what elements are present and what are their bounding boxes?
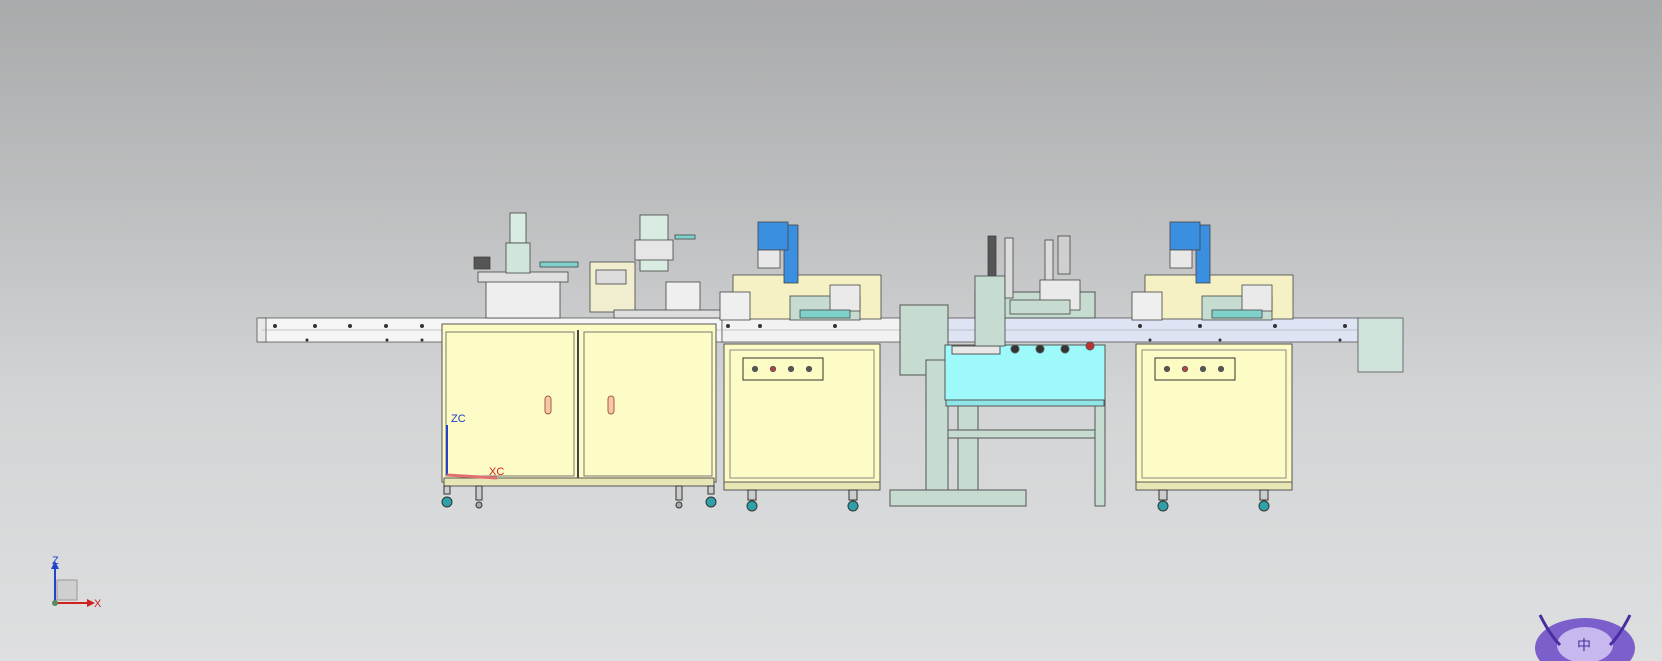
control-panel-middle-1[interactable] [742, 357, 824, 381]
cabinet-right[interactable] [1135, 343, 1293, 491]
watermark-glyph: 中 [1577, 638, 1591, 654]
control-panel-right[interactable] [1154, 357, 1236, 381]
caster-left-2 [475, 485, 483, 509]
cabinet-left[interactable] [441, 323, 717, 487]
station-1-assembly[interactable] [473, 212, 725, 319]
cabinet-middle-1[interactable] [723, 343, 881, 491]
caster-left-3 [675, 485, 683, 509]
station-4-pressing[interactable] [1131, 221, 1294, 321]
triad-x-label: X [94, 598, 102, 610]
caster-mid1-1 [746, 489, 758, 512]
station-2-pressing[interactable] [719, 221, 882, 321]
caster-mid1-2 [847, 489, 859, 512]
triad-z-label: Z [52, 555, 59, 567]
watermark-logo: 中 [1535, 614, 1635, 661]
xc-label: XC [489, 466, 504, 478]
caster-left-1 [441, 485, 453, 508]
caster-left-4 [705, 485, 717, 508]
view-triad[interactable]: Z X [51, 555, 102, 610]
cad-viewport[interactable]: ZC XC Z X 中 [0, 0, 1662, 661]
triad-plane [56, 579, 78, 601]
center-console[interactable] [944, 341, 1106, 407]
triad-origin-icon [52, 600, 58, 606]
zc-label: ZC [451, 413, 466, 425]
caster-right-1 [1157, 489, 1169, 512]
caster-right-2 [1258, 489, 1270, 512]
